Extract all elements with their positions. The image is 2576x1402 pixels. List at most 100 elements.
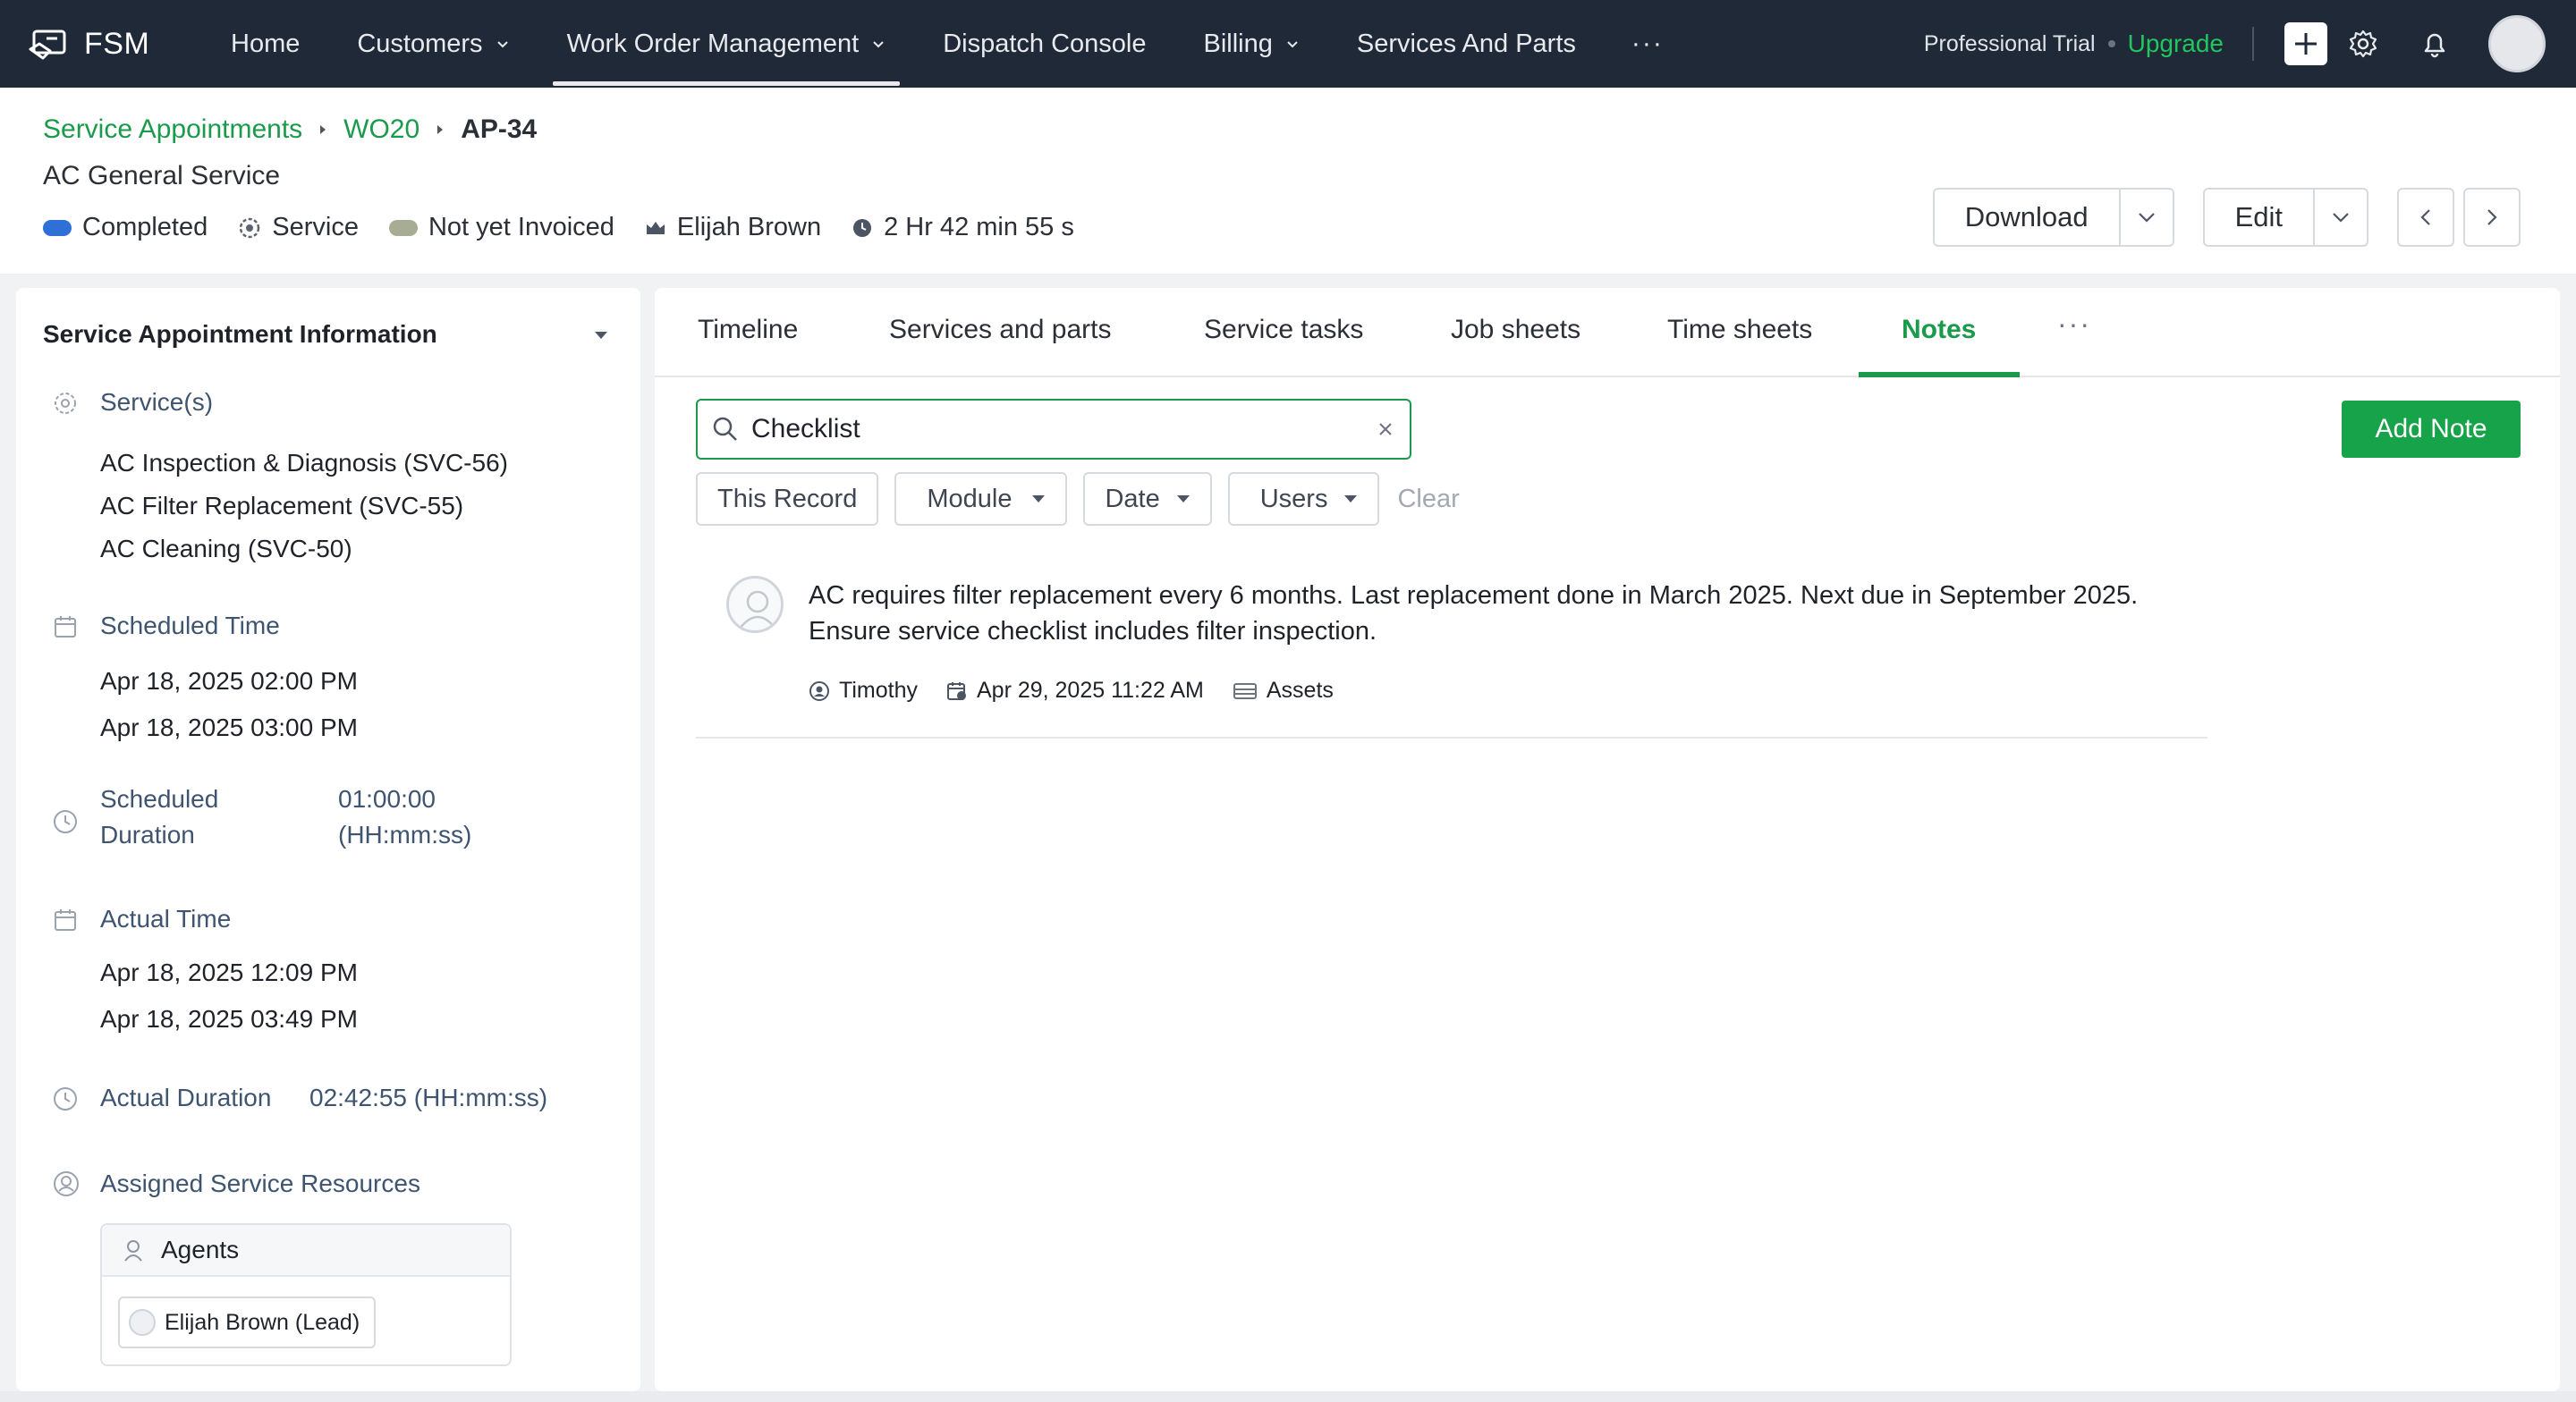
services-label: Service(s) [100,388,214,416]
duration-badge: 2 Hr 42 min 55 s [852,213,1074,242]
filter-date-label: Date [1105,484,1160,513]
note-meta: Timothy Apr 29, 2025 11:22 AM Assets [809,678,1362,704]
active-tab-indicator [1859,372,2020,377]
top-navigation-bar: FSM Home Customers Work Order Management… [0,0,2576,88]
related-list-panel: Timeline Services and parts Service task… [655,288,2560,1391]
invoice-text: Not yet Invoiced [428,213,614,241]
note-item[interactable]: AC requires filter replacement every 6 m… [696,556,2207,739]
owner-badge: Elijah Brown [645,213,821,242]
agent-chip[interactable]: Elijah Brown (Lead) [118,1296,377,1348]
note-module: Assets [1233,678,1334,704]
plus-icon [2295,33,2317,55]
calendar-icon [55,616,76,638]
tab-timeline[interactable]: Timeline [698,315,798,345]
scheduled-duration-label: Scheduled [100,785,219,813]
chevron-down-icon [873,41,884,48]
actual-start: Apr 18, 2025 12:09 PM [100,959,358,986]
agent-avatar [129,1309,156,1336]
breadcrumb-work-order[interactable]: WO20 [343,114,419,145]
trial-label: Professional Trial [1923,30,2096,56]
filter-module[interactable]: Module [894,472,1068,526]
nav-home-label: Home [231,29,301,58]
caret-down-icon [1176,495,1190,503]
notes-filters: This Record Module Date Users Clear [696,472,1460,526]
actual-duration-value: 02:42:55 (HH:mm:ss) [309,1084,548,1111]
bottom-edge [0,1391,2576,1402]
notifications-button[interactable] [2399,0,2470,88]
clock-icon [54,810,77,833]
scheduled-duration-unit: (HH:mm:ss) [338,821,472,849]
tab-notes[interactable]: Notes [1902,315,1976,345]
note-content: AC requires filter replacement every 6 m… [809,578,2204,649]
clear-search-icon[interactable] [1377,421,1394,437]
gear-icon [2349,30,2377,58]
filter-users-label: Users [1259,484,1328,513]
notes-search-input[interactable] [751,414,1324,444]
tab-job-sheets[interactable]: Job sheets [1451,315,1580,345]
breadcrumb: Service Appointments WO20 AP-34 [43,114,537,145]
next-record-button[interactable] [2463,188,2521,247]
service-item: AC Cleaning (SVC-50) [100,535,352,562]
edit-button[interactable]: Edit [2205,190,2313,245]
upgrade-link[interactable]: Upgrade [2128,30,2224,58]
add-note-button[interactable]: Add Note [2342,401,2521,458]
filter-this-record[interactable]: This Record [696,472,879,526]
owner-text: Elijah Brown [676,213,822,241]
invoice-indicator [388,219,418,236]
divider [2252,27,2254,61]
fsm-logo-icon [29,30,66,60]
clear-filters-link[interactable]: Clear [1397,485,1459,514]
previous-record-button[interactable] [2397,188,2454,247]
nav-work-order-management[interactable]: Work Order Management [538,0,915,88]
scheduled-duration-label-2: Duration [100,821,195,849]
download-dropdown-button[interactable] [2118,190,2173,245]
brand-logo[interactable]: FSM [27,24,202,63]
tabs-more-button[interactable]: ··· [2057,308,2091,341]
caret-right-icon [437,125,444,134]
create-new-button[interactable] [2284,22,2327,65]
nav-home[interactable]: Home [202,0,328,88]
brand-name: FSM [84,26,150,61]
caret-down-icon [1032,495,1046,503]
scheduled-duration-value: 01:00:00 [338,785,436,813]
note-timestamp: Apr 29, 2025 11:22 AM [946,678,1204,704]
tab-time-sheets[interactable]: Time sheets [1667,315,1812,345]
scheduled-time-label: Scheduled Time [100,612,280,639]
caret-right-icon [320,125,326,134]
download-button[interactable]: Download [1935,190,2119,245]
type-text: Service [272,213,359,241]
scheduled-start: Apr 18, 2025 02:00 PM [100,667,358,695]
settings-button[interactable] [2327,0,2399,88]
nav-dispatch-console[interactable]: Dispatch Console [914,0,1174,88]
crown-icon [646,221,665,234]
service-item: AC Filter Replacement (SVC-55) [100,492,464,519]
chevron-down-icon [496,41,508,48]
separator-dot [2107,40,2115,47]
service-item: AC Inspection & Diagnosis (SVC-56) [100,449,508,477]
nav-billing-label: Billing [1203,29,1273,58]
user-avatar[interactable] [2488,15,2546,72]
breadcrumb-service-appointments[interactable]: Service Appointments [43,114,302,145]
nav-customers[interactable]: Customers [328,0,538,88]
scheduled-end: Apr 18, 2025 03:00 PM [100,714,358,741]
nav-work-order-label: Work Order Management [566,29,860,58]
duration-text: 2 Hr 42 min 55 s [884,213,1074,241]
nav-billing[interactable]: Billing [1175,0,1328,88]
nav-more-button[interactable]: ··· [1605,29,1690,59]
nav-services-and-parts[interactable]: Services And Parts [1328,0,1605,88]
status-text: Completed [82,213,208,241]
filter-date[interactable]: Date [1083,472,1212,526]
edit-dropdown-button[interactable] [2313,190,2367,245]
clock-icon [853,218,872,237]
service-gear-icon [240,217,260,238]
filter-users[interactable]: Users [1227,472,1380,526]
tab-services-and-parts[interactable]: Services and parts [889,315,1111,345]
invoice-badge: Not yet Invoiced [388,213,614,242]
caret-down-icon [1344,495,1358,503]
record-actions: Download Edit [1904,188,2521,247]
chevron-down-icon [2333,213,2349,223]
record-tabs: Timeline Services and parts Service task… [655,288,2560,377]
nav-customers-label: Customers [357,29,483,58]
caret-down-icon[interactable] [594,331,608,340]
tab-service-tasks[interactable]: Service tasks [1204,315,1363,345]
